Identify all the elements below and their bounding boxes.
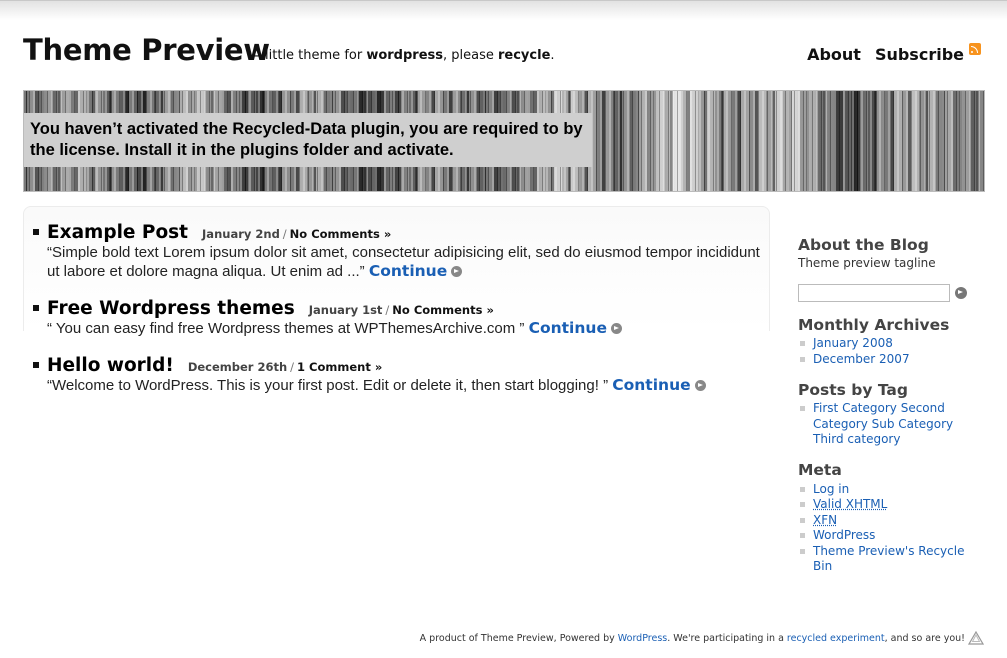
about-heading: About the Blog	[798, 236, 929, 254]
footer: A product of Theme Preview, Powered by W…	[419, 633, 965, 644]
tags-heading: Posts by Tag	[798, 381, 908, 399]
list-item: January 2008	[798, 336, 983, 352]
archives-list: January 2008 December 2007	[798, 336, 983, 367]
archives-heading: Monthly Archives	[798, 316, 950, 334]
post-date: January 1st	[308, 303, 383, 317]
post-date: December 26th	[187, 360, 288, 374]
header-banner: You haven’t activated the Recycled-Data …	[23, 90, 985, 192]
about-tagline: Theme preview tagline	[798, 256, 936, 270]
footer-wordpress-link[interactable]: WordPress	[618, 633, 667, 644]
post-header: Hello world! December 26th / 1 Comment »	[33, 355, 763, 376]
post-item: Free Wordpress themes January 1st / No C…	[33, 298, 763, 338]
meta-link[interactable]: Theme Preview's Recycle Bin	[813, 544, 964, 574]
post-item: Example Post January 2nd / No Comments »…	[33, 222, 763, 281]
meta-list: Log in Valid XHTML XFN WordPress Theme P…	[798, 482, 983, 575]
sidebar: About the Blog Theme preview tagline Mon…	[798, 236, 983, 575]
archive-link[interactable]: December 2007	[813, 352, 910, 366]
list-item: First Category Second Category Sub Categ…	[798, 401, 963, 448]
bullet-icon	[33, 305, 39, 311]
meta-separator: /	[282, 227, 287, 241]
archive-link[interactable]: January 2008	[813, 336, 893, 350]
post-title[interactable]: Hello world!	[47, 355, 174, 376]
post-comments-link[interactable]: No Comments »	[290, 227, 392, 241]
list-item: XFN	[798, 513, 983, 529]
list-item: December 2007	[798, 352, 983, 368]
meta-link[interactable]: WordPress	[813, 528, 875, 542]
site-tagline: A little theme for wordpress, please rec…	[252, 48, 555, 63]
meta-separator: /	[385, 303, 390, 317]
meta-heading: Meta	[798, 460, 842, 479]
nav-about[interactable]: About	[807, 45, 861, 64]
continue-link[interactable]: Continue	[369, 262, 447, 280]
meta-link[interactable]: Log in	[813, 482, 849, 496]
post-item: Hello world! December 26th / 1 Comment »…	[33, 355, 763, 395]
meta-separator: /	[290, 360, 295, 374]
post-excerpt: “Simple bold text Lorem ipsum dolor sit …	[47, 244, 760, 280]
post-title[interactable]: Free Wordpress themes	[47, 298, 295, 319]
bullet-icon	[33, 362, 39, 368]
post-comments-link[interactable]: 1 Comment »	[297, 360, 382, 374]
search-submit-icon[interactable]	[955, 287, 967, 299]
plugin-notice: You haven’t activated the Recycled-Data …	[24, 113, 592, 167]
search-input[interactable]	[798, 284, 950, 302]
post-comments-link[interactable]: No Comments »	[392, 303, 494, 317]
rss-icon[interactable]	[969, 42, 981, 55]
post-header: Free Wordpress themes January 1st / No C…	[33, 298, 763, 319]
list-item: Valid XHTML	[798, 497, 983, 513]
arrow-circle-icon[interactable]	[451, 266, 463, 277]
post-header: Example Post January 2nd / No Comments »	[33, 222, 763, 243]
post-date: January 2nd	[202, 227, 280, 241]
post-title[interactable]: Example Post	[47, 222, 188, 243]
list-item: Log in	[798, 482, 983, 498]
site-title[interactable]: Theme Preview	[23, 33, 270, 67]
arrow-circle-icon[interactable]	[610, 323, 622, 334]
post-excerpt: “ You can easy find free Wordpress theme…	[47, 319, 763, 338]
meta-link[interactable]: Valid XHTML	[813, 497, 887, 511]
tags-list: First Category Second Category Sub Categ…	[798, 401, 963, 448]
search-form	[798, 284, 983, 302]
browser-top-strip	[0, 0, 1007, 20]
continue-link[interactable]: Continue	[612, 376, 690, 394]
footer-experiment-link[interactable]: recycled experiment	[787, 633, 885, 644]
nav-subscribe[interactable]: Subscribe	[875, 45, 964, 64]
main-nav: About Subscribe	[807, 42, 981, 64]
post-excerpt: “Welcome to WordPress. This is your firs…	[47, 376, 763, 395]
recycle-icon	[968, 631, 984, 645]
tag-link[interactable]: First Category Second Category Sub Categ…	[813, 401, 953, 446]
continue-link[interactable]: Continue	[529, 319, 607, 337]
bullet-icon	[33, 229, 39, 235]
list-item: Theme Preview's Recycle Bin	[798, 544, 983, 575]
meta-link[interactable]: XFN	[813, 513, 837, 527]
list-item: WordPress	[798, 528, 983, 544]
arrow-circle-icon[interactable]	[694, 380, 706, 391]
